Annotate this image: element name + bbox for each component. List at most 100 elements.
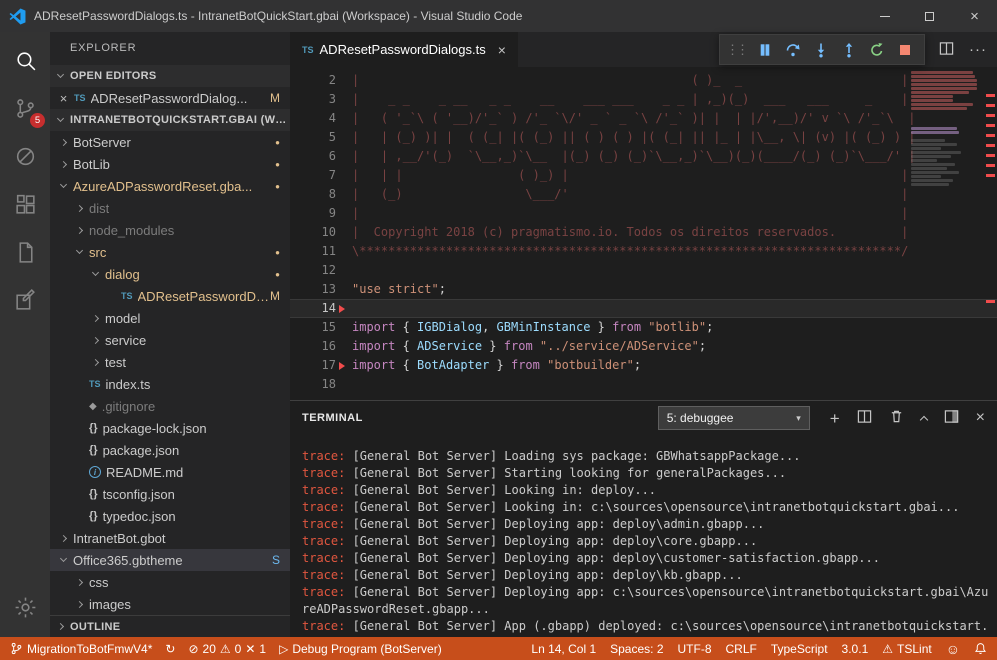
code-editor[interactable]: 2| ( )_ _ |3| _ _ _ __ _ _ __ ___ ___ _ … [290,67,997,400]
tslint-status[interactable]: ⚠ TSLint [882,642,931,656]
tree-item-gitignore[interactable]: ◆.gitignore [50,395,290,417]
tree-item-test[interactable]: test [50,351,290,373]
tree-item-package-json[interactable]: {}package.json [50,439,290,461]
more-actions-button[interactable]: ··· [969,41,987,58]
drag-handle-icon[interactable]: ⋮⋮ [726,42,746,58]
open-editor-item[interactable]: × TS ADResetPasswordDialog... M [50,87,290,109]
chevron-right-icon[interactable] [92,358,99,365]
activity-edit[interactable] [0,276,50,324]
step-out-button[interactable] [835,36,862,63]
activity-debug[interactable] [0,132,50,180]
overview-ruler[interactable] [983,67,997,400]
activity-extensions[interactable] [0,180,50,228]
activity-explorer[interactable] [0,228,50,276]
tree-item-package-lock-json[interactable]: {}package-lock.json [50,417,290,439]
tree-item-service[interactable]: service [50,329,290,351]
line-number[interactable]: 12 [290,261,336,280]
debug-status[interactable]: ▷ Debug Program (BotServer) [279,642,442,656]
tree-item-azureadpasswordreset-gba[interactable]: AzureADPasswordReset.gba...● [50,175,290,197]
minimap[interactable] [911,71,983,187]
chevron-down-icon[interactable] [60,555,67,562]
ts-version-status[interactable]: 3.0.1 [842,642,869,656]
tab-close-icon[interactable]: × [498,42,506,58]
tree-item-office365-gbtheme[interactable]: Office365.gbthemeS [50,549,290,571]
restart-button[interactable] [863,36,890,63]
terminal-select[interactable]: 5: debuggee ▾ [658,406,810,430]
tab-adresetpassworddialogs[interactable]: TS ADResetPasswordDialogs.ts × [290,32,518,67]
tree-item-intranetbot-gbot[interactable]: IntranetBot.gbot [50,527,290,549]
eol-status[interactable]: CRLF [726,642,757,656]
chevron-right-icon[interactable] [92,336,99,343]
tree-item-adresetpassworddial[interactable]: TSADResetPasswordDial...M [50,285,290,307]
split-terminal-button[interactable] [857,409,872,427]
line-number[interactable]: 7 [290,166,336,185]
problems-status[interactable]: ⊘ 20 ⚠ 0 ✕ 1 [188,642,266,656]
language-status[interactable]: TypeScript [771,642,828,656]
activity-source-control[interactable]: 5 [0,84,50,132]
line-number[interactable]: 17 [290,356,336,375]
line-number[interactable]: 9 [290,204,336,223]
step-into-button[interactable] [807,36,834,63]
activity-search[interactable] [0,36,50,84]
line-number[interactable]: 8 [290,185,336,204]
maximize-button[interactable] [907,0,952,32]
line-number[interactable]: 11 [290,242,336,261]
chevron-right-icon[interactable] [76,226,83,233]
cursor-position[interactable]: Ln 14, Col 1 [531,642,596,656]
close-panel-button[interactable]: × [976,410,985,426]
line-number[interactable]: 5 [290,128,336,147]
open-editors-header[interactable]: OPEN EDITORS [50,65,290,87]
split-editor-button[interactable] [939,41,954,59]
line-number[interactable]: 14 [290,299,336,318]
tree-item-images[interactable]: images [50,593,290,615]
kill-terminal-button[interactable] [889,409,904,427]
line-number[interactable]: 15 [290,318,336,337]
tree-item-tsconfig-json[interactable]: {}tsconfig.json [50,483,290,505]
tree-item-src[interactable]: src● [50,241,290,263]
tree-item-model[interactable]: model [50,307,290,329]
line-number[interactable]: 16 [290,337,336,356]
branch-status[interactable]: MigrationToBotFmwV4* [10,642,152,656]
tree-item-index-ts[interactable]: TSindex.ts [50,373,290,395]
maximize-panel-button[interactable] [919,415,927,423]
close-button[interactable]: × [952,0,997,32]
tree-item-typedoc-json[interactable]: {}typedoc.json [50,505,290,527]
tree-item-readme-md[interactable]: iREADME.md [50,461,290,483]
chevron-right-icon[interactable] [76,578,83,585]
chevron-right-icon[interactable] [60,534,67,541]
chevron-right-icon[interactable] [76,204,83,211]
sync-status[interactable]: ↻ [165,643,175,655]
chevron-right-icon[interactable] [92,314,99,321]
tree-item-botlib[interactable]: BotLib● [50,153,290,175]
feedback-button[interactable]: ☺ [946,642,960,656]
line-number[interactable]: 2 [290,71,336,90]
terminal-tab[interactable]: TERMINAL [302,412,363,424]
encoding-status[interactable]: UTF-8 [678,642,712,656]
close-editor-icon[interactable]: × [56,91,71,106]
tree-item-css[interactable]: css [50,571,290,593]
terminal-output[interactable]: trace: [General Bot Server] Loading sys … [290,435,997,637]
line-number[interactable]: 18 [290,375,336,394]
settings-button[interactable] [0,583,50,631]
chevron-right-icon[interactable] [60,160,67,167]
step-over-button[interactable] [779,36,806,63]
pause-button[interactable] [751,36,778,63]
chevron-right-icon[interactable] [60,138,67,145]
stop-button[interactable] [891,36,918,63]
tree-item-node-modules[interactable]: node_modules [50,219,290,241]
notifications-button[interactable] [974,642,987,655]
chevron-down-icon[interactable] [60,181,67,188]
move-panel-button[interactable] [944,409,959,427]
minimize-button[interactable] [862,0,907,32]
tree-item-dist[interactable]: dist [50,197,290,219]
line-number[interactable]: 4 [290,109,336,128]
line-number[interactable]: 3 [290,90,336,109]
outline-header[interactable]: OUTLINE [50,615,290,637]
workspace-section-header[interactable]: INTRANETBOTQUICKSTART.GBAI (WO... [50,109,290,131]
line-number[interactable]: 6 [290,147,336,166]
new-terminal-button[interactable]: + [830,410,840,427]
tree-item-dialog[interactable]: dialog● [50,263,290,285]
tree-item-botserver[interactable]: BotServer● [50,131,290,153]
line-number[interactable]: 13 [290,280,336,299]
chevron-right-icon[interactable] [76,600,83,607]
